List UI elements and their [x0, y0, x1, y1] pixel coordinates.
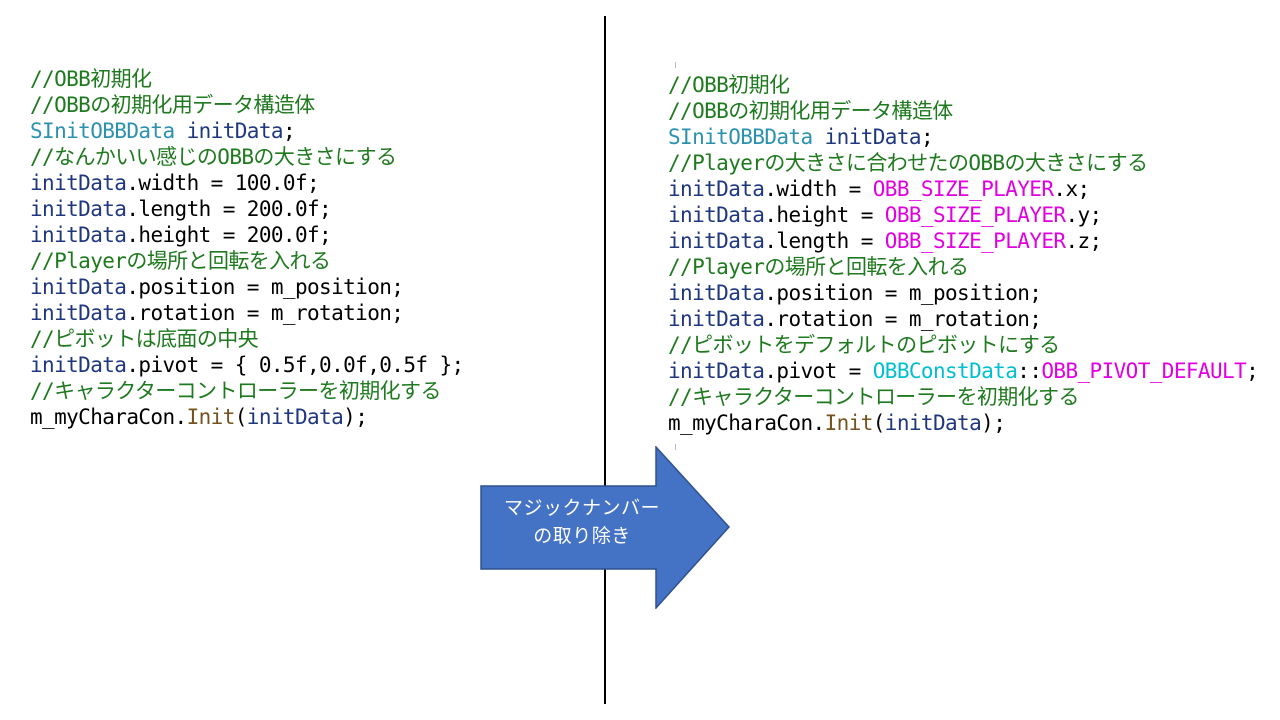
code-token-plain: .length = [764, 229, 885, 253]
code-token-var: initData [668, 281, 765, 305]
code-token-func: Init [824, 411, 874, 435]
code-line: initData.rotation = m_rotation; [30, 300, 464, 326]
code-token-comment: //Playerの場所と回転を入れる [30, 249, 331, 273]
code-token-comment: //Playerの大きさに合わせたのOBBの大きさにする [668, 151, 1148, 175]
code-line: initData.pivot = { 0.5f,0.0f,0.5f }; [30, 352, 464, 378]
code-token-comment: //OBB初期化 [30, 67, 152, 91]
arrow-label: マジックナンバー の取り除き [482, 494, 682, 550]
code-line: //キャラクターコントローラーを初期化する [668, 384, 1258, 410]
code-token-plain: ; [1246, 359, 1259, 383]
code-token-comment: //なんかいい感じのOBBの大きさにする [30, 145, 397, 169]
code-line: //OBB初期化 [668, 72, 1258, 98]
code-token-comment: //ピボットをデフォルトのピボットにする [668, 333, 1060, 357]
code-token-var: initData [668, 359, 765, 383]
code-token-plain: .width = [764, 177, 873, 201]
code-token-var: initData [246, 405, 344, 429]
code-token-plain: ( [234, 405, 248, 429]
code-token-var: initData [30, 197, 127, 221]
code-token-var: initData [668, 203, 765, 227]
code-line: initData.width = 100.0f; [30, 170, 464, 196]
code-token-var: initData [824, 125, 922, 149]
code-token-plain: .position = m_position; [764, 281, 1042, 305]
code-line: //Playerの大きさに合わせたのOBBの大きさにする [668, 150, 1258, 176]
code-token-plain: .height = 200.0f; [126, 223, 332, 247]
code-line: //ピボットは底面の中央 [30, 326, 464, 352]
code-token-macro: OBB_SIZE_PLAYER [884, 203, 1066, 227]
code-token-type: SInitOBBData [30, 119, 175, 143]
code-token-plain: .z; [1065, 229, 1102, 253]
code-line: initData.height = 200.0f; [30, 222, 464, 248]
code-token-comment: //ピボットは底面の中央 [30, 327, 259, 351]
code-line: //OBBの初期化用データ構造体 [668, 98, 1258, 124]
code-token-plain: m_myCharaCon. [30, 405, 187, 429]
code-line: initData.position = m_position; [30, 274, 464, 300]
code-line: SInitOBBData initData; [668, 124, 1258, 150]
code-line: initData.position = m_position; [668, 280, 1258, 306]
code-token-plain: .pivot = [764, 359, 873, 383]
code-line: //ピボットをデフォルトのピボットにする [668, 332, 1258, 358]
code-line: //なんかいい感じのOBBの大きさにする [30, 144, 464, 170]
code-token-macro: OBB_PIVOT_DEFAULT [1041, 359, 1247, 383]
code-token-plain: .rotation = m_rotation; [764, 307, 1042, 331]
code-token-var: initData [186, 119, 284, 143]
code-token-macro: OBB_SIZE_PLAYER [884, 229, 1066, 253]
code-token-plain: .pivot = { 0.5f,0.0f,0.5f }; [126, 353, 464, 377]
before-code-block: //OBB初期化//OBBの初期化用データ構造体 SInitOBBData ini… [30, 66, 464, 430]
code-token-type: SInitOBBData [668, 125, 813, 149]
code-token-macro: OBB_SIZE_PLAYER [872, 177, 1054, 201]
code-line: initData.length = OBB_SIZE_PLAYER.z; [668, 228, 1258, 254]
code-token-comment: //OBBの初期化用データ構造体 [668, 99, 953, 123]
code-line: initData.height = OBB_SIZE_PLAYER.y; [668, 202, 1258, 228]
code-line: m_myCharaCon.Init(initData); [668, 410, 1258, 436]
code-token-comment: //OBB初期化 [668, 73, 790, 97]
code-token-plain: .height = [764, 203, 885, 227]
code-token-var: initData [668, 307, 765, 331]
code-token-plain: .rotation = m_rotation; [126, 301, 404, 325]
code-token-plain: ; [920, 125, 934, 149]
code-token-func: Init [186, 405, 236, 429]
code-token-var: initData [30, 171, 127, 195]
arrow-label-line-2: の取り除き [533, 525, 631, 547]
code-line: //Playerの場所と回転を入れる [30, 248, 464, 274]
code-line: SInitOBBData initData; [30, 118, 464, 144]
code-token-comment: //キャラクターコントローラーを初期化する [30, 379, 441, 403]
code-line: //キャラクターコントローラーを初期化する [30, 378, 464, 404]
code-token-comment: //キャラクターコントローラーを初期化する [668, 385, 1079, 409]
code-line: m_myCharaCon.Init(initData); [30, 404, 464, 430]
code-token-var: initData [30, 301, 127, 325]
code-token-plain: ); [981, 411, 1006, 435]
code-line: //OBB初期化 [30, 66, 464, 92]
code-line: initData.rotation = m_rotation; [668, 306, 1258, 332]
code-token-plain: :: [1017, 359, 1042, 383]
code-token-plain: ; [282, 119, 296, 143]
code-token-plain: ); [343, 405, 368, 429]
code-token-var: initData [884, 411, 982, 435]
code-token-var: initData [30, 353, 127, 377]
code-token-plain: m_myCharaCon. [668, 411, 825, 435]
selection-marker-top [675, 62, 676, 68]
code-token-var: initData [30, 275, 127, 299]
code-token-var: initData [30, 223, 127, 247]
code-token-var: initData [668, 229, 765, 253]
code-token-comment: //Playerの場所と回転を入れる [668, 255, 969, 279]
code-token-plain: .y; [1065, 203, 1102, 227]
code-line: initData.length = 200.0f; [30, 196, 464, 222]
code-token-ns: OBBConstData [872, 359, 1018, 383]
code-token-plain: ( [872, 411, 886, 435]
after-code-block: //OBB初期化//OBBの初期化用データ構造体 SInitOBBData ini… [668, 72, 1259, 436]
code-line: initData.width = OBB_SIZE_PLAYER.x; [668, 176, 1258, 202]
code-line: //OBBの初期化用データ構造体 [30, 92, 464, 118]
code-token-plain: .x; [1053, 177, 1090, 201]
code-token-plain: .position = m_position; [126, 275, 404, 299]
code-line: //Playerの場所と回転を入れる [668, 254, 1258, 280]
arrow-label-line-1: マジックナンバー [503, 497, 660, 519]
code-token-var: initData [668, 177, 765, 201]
code-token-plain: .width = 100.0f; [126, 171, 320, 195]
code-token-comment: //OBBの初期化用データ構造体 [30, 93, 315, 117]
code-line: initData.pivot = OBBConstData::OBB_PIVOT… [668, 358, 1259, 384]
code-token-plain: .length = 200.0f; [126, 197, 332, 221]
